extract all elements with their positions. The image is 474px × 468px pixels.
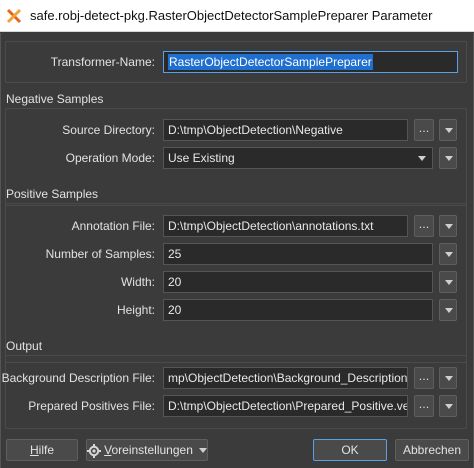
chevron-down-icon [445, 156, 453, 161]
chevron-down-icon [445, 252, 453, 257]
operation-mode-select[interactable]: Use Existing [163, 147, 433, 169]
number-of-samples-label: Number of Samples: [45, 247, 155, 261]
source-directory-input[interactable]: D:\tmp\ObjectDetection\Negative [163, 119, 408, 141]
annotation-file-label: Annotation File: [71, 219, 155, 233]
prepared-positives-browse-button[interactable]: ... [414, 395, 434, 417]
prepared-positives-file-input[interactable]: D:\tmp\ObjectDetection\Prepared_Positive… [163, 395, 408, 417]
ok-button[interactable]: OK [313, 439, 387, 461]
gear-icon [87, 443, 102, 458]
chevron-down-icon [198, 448, 207, 454]
help-button[interactable]: Hilfe [6, 439, 78, 461]
number-of-samples-menu-button[interactable] [439, 243, 457, 265]
defaults-label: oreinstellungen [111, 443, 193, 457]
background-description-file-label: Background Description File: [1, 371, 155, 385]
help-label: ilfe [38, 443, 54, 457]
source-directory-label: Source Directory: [62, 123, 155, 137]
chevron-down-icon [418, 156, 426, 161]
cancel-button[interactable]: Abbrechen [395, 439, 469, 461]
annotation-file-menu-button[interactable] [439, 215, 457, 237]
positive-samples-title: Positive Samples [6, 187, 99, 201]
parameter-form: Transformer-Name: RasterObjectDetectorSa… [0, 33, 474, 468]
background-description-menu-button[interactable] [439, 367, 457, 389]
negative-samples-title: Negative Samples [6, 92, 104, 106]
chevron-down-icon [445, 280, 453, 285]
fme-app-icon [6, 8, 22, 24]
title-bar: safe.robj-detect-pkg.RasterObjectDetecto… [0, 0, 474, 32]
defaults-button[interactable]: Voreinstellungen [86, 439, 208, 461]
transformer-name-value: RasterObjectDetectorSamplePreparer [168, 54, 373, 70]
prepared-positives-menu-button[interactable] [439, 395, 457, 417]
background-description-file-input[interactable]: mp\ObjectDetection\Background_Descriptio… [163, 367, 408, 389]
chevron-down-icon [445, 224, 453, 229]
chevron-down-icon [445, 128, 453, 133]
operation-mode-menu-button[interactable] [439, 147, 457, 169]
width-menu-button[interactable] [439, 271, 457, 293]
operation-mode-value: Use Existing [168, 151, 235, 165]
chevron-down-icon [445, 308, 453, 313]
width-label: Width: [120, 275, 155, 289]
source-directory-browse-button[interactable]: ... [414, 119, 434, 141]
chevron-down-icon [445, 376, 453, 381]
annotation-file-input[interactable]: D:\tmp\ObjectDetection\annotations.txt [163, 215, 408, 237]
annotation-file-browse-button[interactable]: ... [414, 215, 434, 237]
window-title: safe.robj-detect-pkg.RasterObjectDetecto… [30, 8, 433, 23]
height-menu-button[interactable] [439, 299, 457, 321]
transformer-name-input[interactable]: RasterObjectDetectorSamplePreparer [163, 51, 458, 73]
help-mnemonic: H [29, 443, 39, 457]
operation-mode-label: Operation Mode: [65, 151, 155, 165]
background-description-browse-button[interactable]: ... [414, 367, 434, 389]
height-input[interactable]: 20 [163, 299, 433, 321]
chevron-down-icon [445, 404, 453, 409]
transformer-name-label: Transformer-Name: [50, 55, 155, 69]
width-input[interactable]: 20 [163, 271, 433, 293]
output-title: Output [6, 339, 43, 353]
height-label: Height: [116, 303, 155, 317]
source-directory-menu-button[interactable] [439, 119, 457, 141]
prepared-positives-file-label: Prepared Positives File: [28, 399, 155, 413]
number-of-samples-input[interactable]: 25 [163, 243, 433, 265]
